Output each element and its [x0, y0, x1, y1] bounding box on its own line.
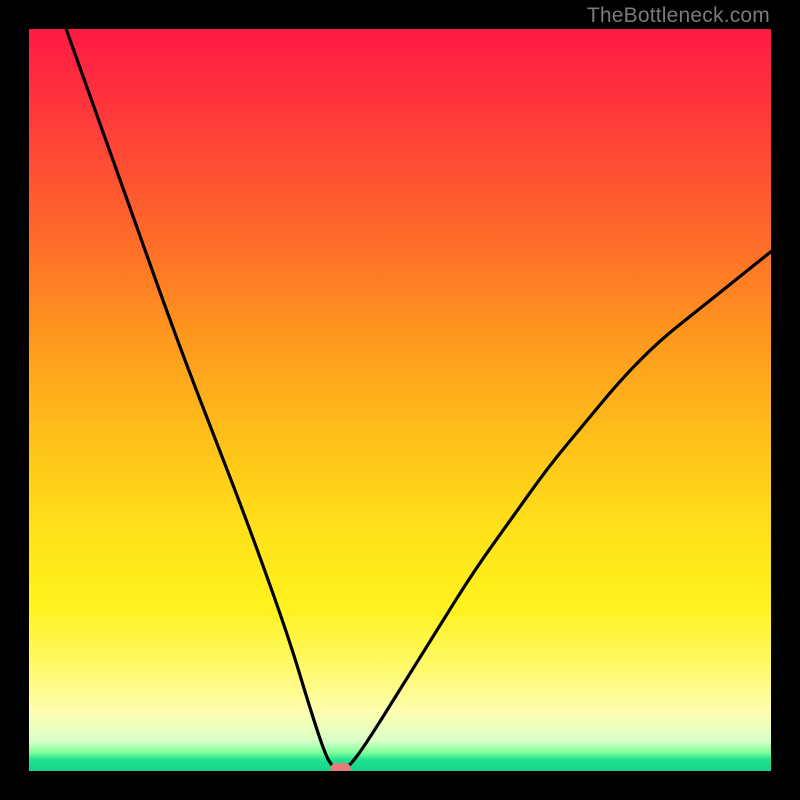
minimum-marker: [331, 763, 351, 771]
watermark-text: TheBottleneck.com: [587, 4, 770, 28]
chart-frame: TheBottleneck.com: [0, 0, 800, 800]
bottleneck-curve: [66, 29, 771, 770]
curve-svg: [29, 29, 771, 771]
plot-area: [29, 29, 771, 771]
